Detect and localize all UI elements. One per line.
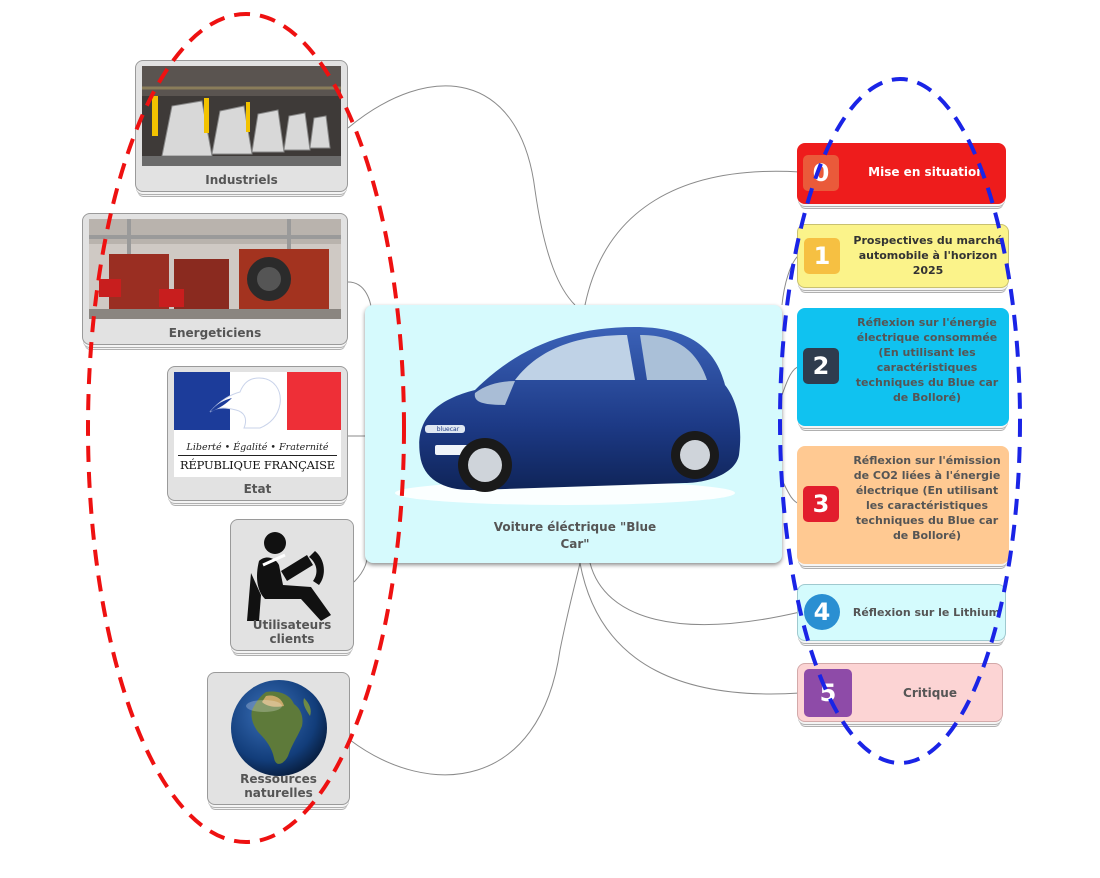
logo-motto: Liberté • Égalité • Fraternité [186, 442, 329, 453]
number-badge-3: 3 [803, 486, 839, 522]
node-etat[interactable]: Liberté • Égalité • Fraternité RÉPUBLIQU… [167, 366, 348, 501]
number-badge-0: 0 [803, 155, 839, 191]
node-ressources-naturelles[interactable]: Ressources naturelles [207, 672, 350, 805]
node-energeticiens[interactable]: Energeticiens [82, 213, 348, 345]
node-industriels[interactable]: Industriels [135, 60, 348, 192]
node-energie-consommee-text: Réflexion sur l'énergie électrique conso… [855, 316, 999, 404]
connector-0 [584, 170, 801, 306]
node-energie-consommee[interactable]: 2 Réflexion sur l'énergie électrique con… [797, 308, 1009, 426]
node-lithium-text: Réflexion sur le Lithium [852, 606, 1001, 619]
node-utilisateurs-clients-label: Utilisateurs clients [252, 618, 332, 646]
number-badge-1: 1 [804, 238, 840, 274]
node-etat-label: Etat [243, 482, 272, 496]
node-industriels-label: Industriels [205, 173, 278, 187]
node-emission-co2[interactable]: 3 Réflexion sur l'émission de CO2 liées … [797, 446, 1009, 564]
node-prospectives-text: Prospectives du marché automobile à l'ho… [853, 234, 1003, 277]
driver-icon [237, 525, 347, 625]
connector-4 [589, 562, 801, 626]
logo-title: RÉPUBLIQUE FRANÇAISE [179, 458, 335, 472]
number-badge-4: 4 [804, 594, 840, 630]
factory-photo-icon [142, 66, 341, 166]
node-ressources-naturelles-label: Ressources naturelles [240, 772, 317, 800]
connector-5 [579, 562, 801, 695]
node-energeticiens-label: Energeticiens [168, 326, 262, 340]
node-mise-en-situation[interactable]: 0 Mise en situation [797, 143, 1006, 204]
number-badge-2: 2 [803, 348, 839, 384]
marianne-logo-icon: Liberté • Égalité • Fraternité RÉPUBLIQU… [174, 372, 341, 477]
number-badge-5: 5 [804, 669, 852, 717]
central-node-label: Voiture éléctrique "Blue Car" [493, 520, 657, 551]
node-mise-en-situation-text: Mise en situation [868, 165, 985, 179]
license-plate: bluecar [436, 426, 460, 433]
boiler-room-photo-icon [89, 219, 341, 319]
node-critique[interactable]: 5 Critique [797, 663, 1003, 722]
node-critique-text: Critique [903, 686, 957, 700]
connector-industriels [347, 85, 576, 306]
node-lithium[interactable]: 4 Réflexion sur le Lithium [797, 584, 1006, 641]
earth-globe-icon [214, 678, 343, 778]
blue-car-icon [395, 327, 741, 505]
node-utilisateurs-clients[interactable]: Utilisateurs clients [230, 519, 354, 651]
node-emission-co2-text: Réflexion sur l'émission de CO2 liées à … [853, 454, 1001, 542]
node-prospectives[interactable]: 1 Prospectives du marché automobile à l'… [797, 224, 1009, 288]
connector-ressources [349, 562, 581, 776]
